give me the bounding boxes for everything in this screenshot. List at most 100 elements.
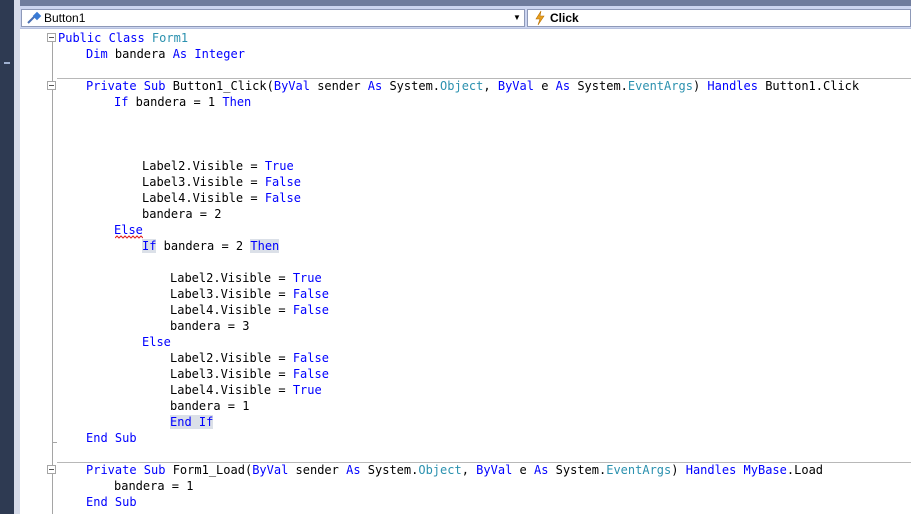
code-token: sender (309, 79, 368, 93)
code-line: Label3.Visible = False (170, 366, 329, 382)
code-line: Label4.Visible = False (142, 190, 301, 206)
code-token: If (142, 239, 157, 253)
code-token: MyBase (743, 463, 787, 477)
code-line: Label3.Visible = False (142, 174, 301, 190)
code-token: bandera = 3 (170, 319, 250, 333)
code-token: Label3.Visible = (170, 367, 293, 381)
editor-margin (14, 0, 20, 514)
code-token: bandera = 2 (142, 207, 222, 221)
code-token: System. (382, 79, 441, 93)
code-token: e (533, 79, 556, 93)
code-line: Else (142, 334, 171, 350)
collapse-icon[interactable] (47, 465, 56, 474)
code-line: Label4.Visible = False (170, 302, 329, 318)
code-token: If (114, 95, 129, 109)
code-token: Then (250, 239, 280, 253)
object-combo-value: Button1 (44, 11, 86, 25)
code-token: e (512, 463, 534, 477)
chevron-down-icon[interactable]: ▼ (510, 10, 524, 26)
code-line: End Sub (86, 494, 137, 510)
code-line: Label2.Visible = True (170, 270, 322, 286)
collapse-icon[interactable] (47, 33, 56, 42)
code-line: Label4.Visible = True (170, 382, 322, 398)
code-token: False (264, 191, 301, 205)
code-token: Label3.Visible = (170, 287, 293, 301)
event-combo-value: Click (550, 11, 579, 25)
code-token: bandera = 1 (128, 95, 223, 109)
code-token: Form1_Load( (172, 463, 253, 477)
code-token: As (555, 79, 571, 93)
code-token: Label2.Visible = (142, 159, 265, 173)
code-token: True (292, 271, 322, 285)
code-token: Label2.Visible = (170, 351, 293, 365)
code-token: Handles (707, 79, 758, 93)
code-token: ByVal (476, 463, 513, 477)
code-token: As Integer (172, 47, 245, 61)
code-token: True (264, 159, 294, 173)
code-token: , (483, 79, 498, 93)
code-token: ByVal (252, 463, 289, 477)
code-line: Label3.Visible = False (170, 286, 329, 302)
lightning-icon (535, 10, 545, 26)
code-token: False (292, 367, 329, 381)
code-token: Handles (685, 463, 737, 477)
code-token: End Sub (86, 495, 137, 509)
code-token: As (367, 79, 383, 93)
code-token: ) (692, 79, 708, 93)
code-token: False (264, 175, 301, 189)
event-combo[interactable]: Click (527, 9, 911, 27)
code-line: End If (170, 414, 214, 430)
code-line: bandera = 2 (142, 206, 221, 222)
navigation-bar: Button1 ▼ Click (20, 0, 911, 29)
control-icon (27, 11, 42, 24)
code-token: Private Sub (86, 463, 173, 477)
code-token: sender (288, 463, 347, 477)
code-token: Label3.Visible = (142, 175, 265, 189)
code-token: End Sub (86, 431, 137, 445)
code-token: EventArgs (606, 463, 672, 477)
code-line: Public Class Form1 (58, 30, 188, 46)
code-line: End Sub (86, 430, 137, 446)
code-token: Button1.Click (757, 79, 860, 93)
code-token: Label4.Visible = (142, 191, 265, 205)
code-token: System. (548, 463, 607, 477)
code-token: EventArgs (627, 79, 693, 93)
code-line: If bandera = 2 Then (142, 238, 280, 254)
code-token: Label4.Visible = (170, 303, 293, 317)
code-token: .Load (786, 463, 824, 477)
edge-marker (4, 62, 10, 64)
code-line: bandera = 1 (114, 478, 193, 494)
code-token: As (346, 463, 361, 477)
code-token: Public Class (58, 31, 152, 45)
syntax-error-squiggle (115, 235, 143, 239)
tab-strip-edge (20, 0, 911, 6)
code-line: Label2.Visible = False (170, 350, 329, 366)
collapse-icon[interactable] (47, 81, 56, 90)
code-token: ByVal (273, 79, 310, 93)
code-line: If bandera = 1 Then (114, 94, 251, 110)
code-token: Button1_Click( (172, 79, 274, 93)
code-token: False (292, 287, 329, 301)
code-token: Form1 (151, 31, 189, 45)
code-token: bandera (114, 47, 173, 61)
code-token: Private Sub (86, 79, 173, 93)
code-line: Label2.Visible = True (142, 158, 294, 174)
code-token: Dim (86, 47, 115, 61)
solution-explorer-edge (0, 0, 14, 514)
code-token: ) (671, 463, 686, 477)
code-line: bandera = 3 (170, 318, 249, 334)
code-token: End If (170, 415, 214, 429)
code-line: Private Sub Form1_Load(ByVal sender As S… (86, 462, 823, 478)
code-token: Label2.Visible = (170, 271, 293, 285)
code-token: Label4.Visible = (170, 383, 293, 397)
code-line: bandera = 1 (170, 398, 249, 414)
code-line: Dim bandera As Integer (86, 46, 245, 62)
code-token: As (533, 463, 549, 477)
code-token: System. (360, 463, 419, 477)
code-token: Then (222, 95, 252, 109)
code-token: , (461, 463, 477, 477)
object-combo[interactable]: Button1 ▼ (21, 9, 525, 27)
code-token: Object (418, 463, 462, 477)
code-token: bandera = 2 (156, 239, 251, 253)
